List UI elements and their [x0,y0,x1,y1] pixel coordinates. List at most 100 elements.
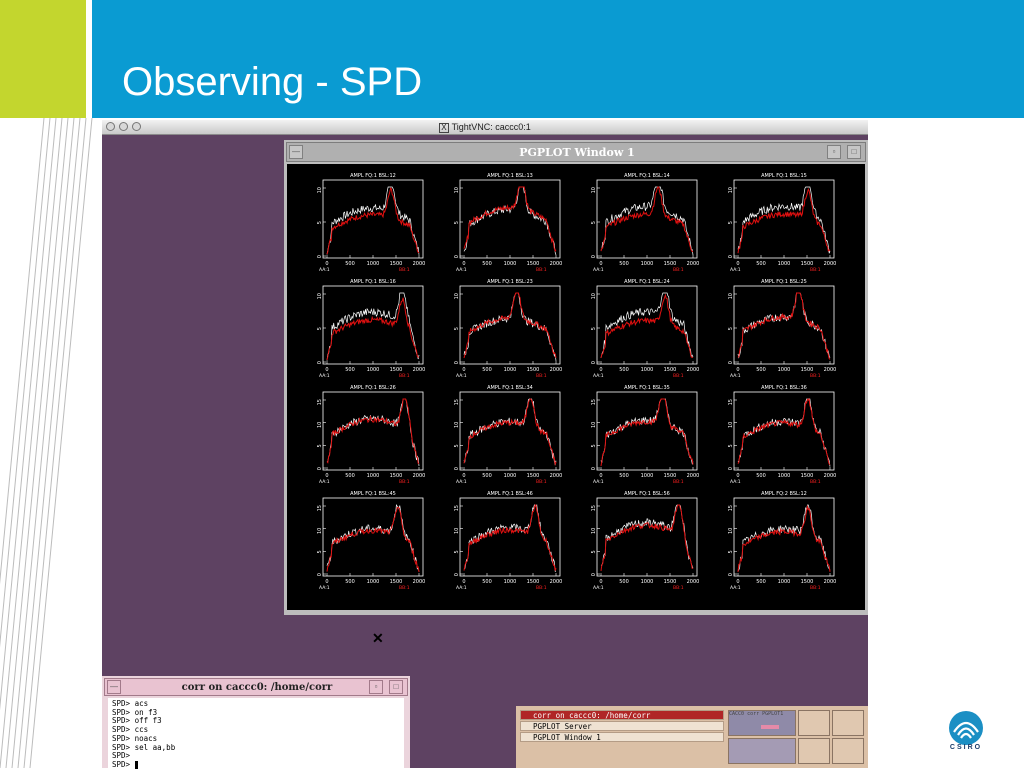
x-tick-label: 1000 [504,367,517,373]
terminal-output: SPD> acs SPD> on f3 SPD> off f3 SPD> ccs… [108,698,404,772]
pager-desktop-3[interactable] [832,710,864,736]
panel-footer-right: BB:1 [810,267,821,273]
x-tick-label: 500 [619,261,629,267]
x-tick-label: 1500 [527,367,540,373]
terminal-minimize-button[interactable]: ▫ [369,680,383,694]
trace-bb [326,506,420,573]
trace-aa [737,186,831,254]
y-tick-label: 0 [454,573,460,576]
pager-desktop-current[interactable]: CACC0 corr PGPLOT1 [728,710,796,736]
panel-title: AMPL FQ:1 BSL:13 [487,173,533,179]
x-tick-label: 0 [736,473,739,479]
panel-title: AMPL FQ:1 BSL:34 [487,385,533,391]
x-tick-label: 2000 [687,473,700,479]
panel-footer-right: BB:1 [399,479,410,485]
x-tick-label: 500 [482,579,492,585]
x-tick-label: 2000 [687,261,700,267]
y-tick-label: 10 [454,422,460,428]
x-tick-label: 2000 [824,367,837,373]
x-tick-label: 1000 [367,473,380,479]
y-tick-label: 15 [454,505,460,511]
panel-footer-right: BB:1 [810,585,821,591]
task-list: corr on caccc0: /home/corr PGPLOT Server… [520,710,724,743]
pager-label: CACC0 [729,711,745,717]
x-tick-label: 500 [756,473,766,479]
panel-frame [459,391,561,471]
pgplot-titlebar[interactable]: — PGPLOT Window 1 ▫ □ [286,142,866,162]
terminal-maximize-button[interactable]: □ [389,680,403,694]
x-tick-label: 1000 [778,261,791,267]
panel-footer-right: BB:1 [399,585,410,591]
x-tick-label: 2000 [413,261,426,267]
terminal-title: corr on caccc0: /home/corr [181,682,333,693]
terminal-body[interactable]: SPD> acs SPD> on f3 SPD> off f3 SPD> ccs… [108,698,404,769]
y-tick-label: 10 [728,528,734,534]
y-tick-label: 10 [728,293,734,299]
x-tick-label: 0 [599,261,602,267]
decorative-fan-lines [0,118,93,768]
vnc-window[interactable]: X TightVNC: caccc0:1 — PGPLOT Window 1 ▫ … [102,120,868,769]
panel-title: AMPL FQ:1 BSL:12 [350,173,396,179]
terminal-titlebar[interactable]: — corr on caccc0: /home/corr ▫ □ [104,678,408,696]
y-tick-label: 10 [591,422,597,428]
y-tick-label: 5 [317,221,323,224]
maximize-button[interactable]: □ [847,145,861,159]
vnc-titlebar[interactable]: X TightVNC: caccc0:1 [102,120,868,135]
pager-desktop-4[interactable] [728,738,796,764]
x-tick-label: 0 [599,473,602,479]
x-tick-label: 2000 [824,473,837,479]
panel-footer-left: AA:1 [730,585,741,591]
y-tick-label: 5 [591,221,597,224]
x-tick-label: 2000 [413,473,426,479]
x-tick-label: 1500 [801,261,814,267]
y-tick-label: 10 [591,528,597,534]
desktop-pager[interactable]: CACC0 corr PGPLOT1 [728,710,864,764]
panel-footer-right: BB:1 [810,373,821,379]
y-tick-label: 10 [454,293,460,299]
y-tick-label: 15 [591,399,597,405]
panel-footer-left: AA:1 [730,267,741,273]
y-tick-label: 10 [454,528,460,534]
x-tick-label: 0 [462,579,465,585]
y-tick-label: 10 [317,187,323,193]
x-tick-label: 2000 [550,367,563,373]
y-tick-label: 15 [454,399,460,405]
pgplot-window[interactable]: — PGPLOT Window 1 ▫ □ AMPL FQ:1 BSL:12 0 5… [284,140,868,615]
terminal-line: SPD> [112,751,131,761]
minimize-button[interactable]: ▫ [827,145,841,159]
task-item-pgplot-window[interactable]: PGPLOT Window 1 [520,732,724,742]
vnc-title-text: TightVNC: caccc0:1 [451,122,531,132]
panel-frame [322,391,424,471]
x-tick-label: 1500 [801,367,814,373]
x-tick-label: 0 [599,579,602,585]
panel-footer-left: AA:1 [593,373,604,379]
x-tick-label: 1500 [390,473,403,479]
y-tick-label: 10 [728,422,734,428]
trace-aa [463,398,557,466]
trace-bb [463,292,557,359]
y-tick-label: 10 [317,293,323,299]
task-item-terminal[interactable]: corr on caccc0: /home/corr [520,710,724,720]
y-tick-label: 0 [591,573,597,576]
pager-desktop-5[interactable] [798,738,830,764]
pager-desktop-2[interactable] [798,710,830,736]
panel-footer-right: BB:1 [399,267,410,273]
terminal-window[interactable]: — corr on caccc0: /home/corr ▫ □ SPD> ac… [102,676,410,769]
y-tick-label: 5 [317,444,323,447]
x-tick-label: 2000 [824,579,837,585]
y-tick-label: 0 [591,255,597,258]
pager-desktop-6[interactable] [832,738,864,764]
x-tick-label: 1000 [641,579,654,585]
y-tick-label: 0 [317,467,323,470]
terminal-line: SPD> sel aa,bb [112,742,176,752]
panel-title: AMPL FQ:1 BSL:23 [487,279,533,285]
y-tick-label: 0 [728,573,734,576]
y-tick-label: 0 [728,255,734,258]
y-tick-label: 5 [454,327,460,330]
x-tick-label: 500 [619,579,629,585]
panel-footer-right: BB:1 [810,479,821,485]
trace-aa [600,292,694,358]
x-tick-label: 500 [345,261,355,267]
task-item-pgplot-server[interactable]: PGPLOT Server [520,721,724,731]
panel-title: AMPL FQ:1 BSL:35 [624,385,670,391]
